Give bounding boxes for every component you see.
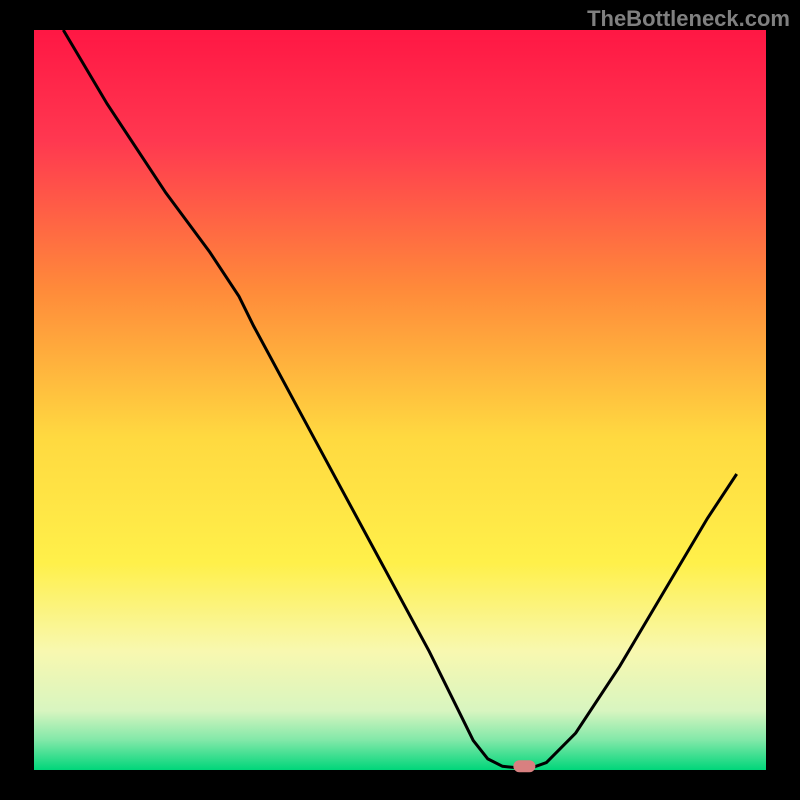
chart-svg	[0, 0, 800, 800]
chart-container: TheBottleneck.com	[0, 0, 800, 800]
watermark-text: TheBottleneck.com	[587, 6, 790, 32]
plot-area	[34, 30, 766, 770]
optimal-marker	[513, 760, 535, 772]
